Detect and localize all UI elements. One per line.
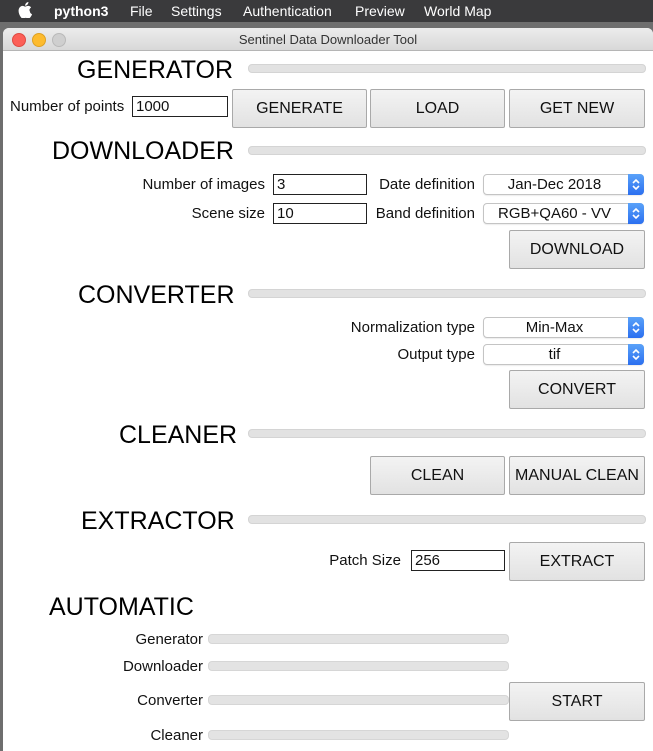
start-button[interactable]: START: [509, 682, 645, 721]
cleaner-section-bar: [248, 429, 646, 438]
auto-downloader-label: Downloader: [122, 658, 203, 675]
generate-button[interactable]: GENERATE: [232, 89, 367, 128]
auto-converter-label: Converter: [137, 692, 203, 709]
date-label: Date definition: [379, 176, 475, 193]
automatic-section-title: AUTOMATIC: [49, 593, 194, 621]
output-type-select-value: tif: [548, 346, 561, 363]
points-input[interactable]: 1000: [132, 96, 228, 117]
menu-authentication[interactable]: Authentication: [243, 3, 332, 19]
menu-app-python3[interactable]: python3: [54, 3, 108, 19]
select-arrows-icon: [628, 203, 644, 224]
extractor-section-bar: [248, 515, 646, 524]
download-button[interactable]: DOWNLOAD: [509, 230, 645, 269]
select-arrows-icon: [628, 344, 644, 365]
generator-section-title: GENERATOR: [77, 56, 234, 84]
clean-button[interactable]: CLEAN: [370, 456, 505, 495]
convert-button[interactable]: CONVERT: [509, 370, 645, 409]
generator-progress-bar: [208, 634, 509, 644]
output-type-label: Output type: [397, 346, 475, 363]
cleaner-progress-bar: [208, 730, 509, 740]
select-arrows-icon: [628, 317, 644, 338]
app-window: Sentinel Data Downloader Tool GENERATOR …: [3, 28, 653, 751]
load-button[interactable]: LOAD: [370, 89, 505, 128]
converter-section-title: CONVERTER: [78, 281, 235, 309]
images-input[interactable]: 3: [273, 174, 367, 195]
date-select[interactable]: Jan-Dec 2018: [483, 174, 644, 195]
band-select-value: RGB+QA60 - VV: [498, 205, 611, 222]
band-label: Band definition: [375, 205, 475, 222]
manual-clean-button[interactable]: MANUAL CLEAN: [509, 456, 645, 495]
normalization-select-value: Min-Max: [525, 319, 584, 336]
converter-progress-bar: [208, 695, 509, 705]
window-title: Sentinel Data Downloader Tool: [238, 32, 418, 47]
normalization-label: Normalization type: [350, 319, 475, 336]
scene-input[interactable]: 10: [273, 203, 367, 224]
date-select-value: Jan-Dec 2018: [507, 176, 602, 193]
band-select[interactable]: RGB+QA60 - VV: [483, 203, 644, 224]
auto-generator-label: Generator: [135, 631, 203, 648]
menu-bar: python3 File Settings Authentication Pre…: [0, 0, 653, 22]
extract-button[interactable]: EXTRACT: [509, 542, 645, 581]
window-titlebar: Sentinel Data Downloader Tool: [3, 28, 653, 51]
auto-cleaner-label: Cleaner: [150, 727, 203, 744]
menu-settings[interactable]: Settings: [171, 3, 222, 19]
main-content: GENERATOR Number of points 1000 GENERATE…: [3, 50, 653, 751]
converter-section-bar: [248, 289, 646, 298]
normalization-select[interactable]: Min-Max: [483, 317, 644, 338]
select-arrows-icon: [628, 174, 644, 195]
output-type-select[interactable]: tif: [483, 344, 644, 365]
downloader-section-bar: [248, 146, 646, 155]
downloader-section-title: DOWNLOADER: [52, 137, 234, 165]
patch-size-label: Patch Size: [329, 552, 401, 569]
menu-world-map[interactable]: World Map: [424, 3, 491, 19]
downloader-progress-bar: [208, 661, 509, 671]
patch-size-input[interactable]: 256: [411, 550, 505, 571]
cleaner-section-title: CLEANER: [119, 421, 238, 449]
apple-logo-icon[interactable]: [18, 2, 32, 18]
scene-label: Scene size: [191, 205, 265, 222]
points-label: Number of points: [10, 98, 125, 115]
generator-section-bar: [248, 64, 646, 73]
images-label: Number of images: [142, 176, 265, 193]
extractor-section-title: EXTRACTOR: [81, 507, 235, 535]
get-new-button[interactable]: GET NEW: [509, 89, 645, 128]
menu-file[interactable]: File: [130, 3, 153, 19]
menu-preview[interactable]: Preview: [355, 3, 405, 19]
